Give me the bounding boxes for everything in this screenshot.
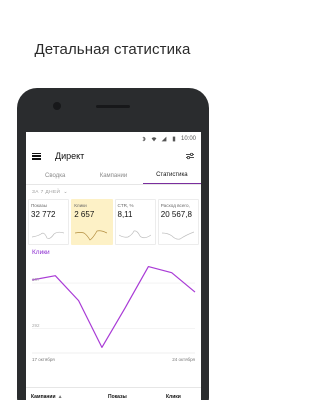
column-header-campaigns[interactable]: Кампании ▲ (31, 394, 63, 400)
status-bar: 10:00 (26, 132, 201, 145)
metric-label: Расход всего, (160, 203, 190, 208)
metric-value: 20 567,8 (160, 210, 192, 219)
metric-card-impressions[interactable]: Показы 32 772 (28, 199, 70, 245)
metric-value: 8,11 (117, 210, 133, 219)
chevron-down-icon: ⌄ (63, 189, 68, 195)
battery-icon (172, 136, 176, 141)
tab-campaigns[interactable]: Кампании (84, 167, 142, 184)
clicks-chart: Клики 367 292 17 октября 24 октября (26, 249, 201, 364)
sparkline (32, 231, 64, 239)
page-headline: Детальная статистика (34, 41, 191, 58)
tab-bar: Сводка Кампании Статистика (26, 167, 201, 185)
sparkline (118, 230, 151, 239)
app-title: Директ (55, 151, 85, 161)
chart-title: Клики (32, 249, 50, 256)
app-bar: Директ (26, 145, 201, 167)
camera-dot (53, 102, 61, 110)
campaign-table-header: Кампании ▲ Показы Клики (26, 387, 201, 400)
signal-icon (161, 136, 167, 141)
y-tick-label-bottom: 292 (32, 322, 40, 328)
period-selector[interactable]: ЗА 7 ДНЕЙ ⌄ (26, 185, 201, 199)
hamburger-menu-icon[interactable] (32, 152, 41, 160)
metric-label: Показы (31, 203, 47, 208)
bluetooth-icon (142, 135, 146, 142)
period-label: ЗА 7 ДНЕЙ (32, 189, 61, 195)
metric-value: 32 772 (31, 210, 56, 219)
sparkline (161, 231, 194, 240)
column-header-label: Кампании (31, 394, 56, 400)
settings-sliders-icon[interactable] (185, 152, 195, 160)
column-header-clicks[interactable]: Клики (166, 394, 181, 400)
metric-card-clicks[interactable]: Клики 2 657 (71, 199, 113, 245)
x-label-end: 24 октября (172, 357, 195, 362)
speaker-grille (96, 105, 130, 108)
sparkline (75, 230, 108, 241)
phone-frame: 10:00 Директ Сводка Кампании Статистика … (17, 88, 209, 400)
series-line-clicks (31, 265, 196, 349)
y-tick-label-top: 367 (32, 277, 40, 283)
column-header-shows[interactable]: Показы (108, 394, 127, 400)
tab-summary[interactable]: Сводка (26, 167, 84, 184)
metric-label: CTR, % (117, 203, 134, 208)
metric-label: Клики (74, 203, 87, 208)
tab-statistics[interactable]: Статистика (142, 167, 201, 184)
metric-card-ctr[interactable]: CTR, % 8,11 (114, 199, 156, 245)
app-screen: 10:00 Директ Сводка Кампании Статистика … (26, 132, 201, 400)
metric-card-spend[interactable]: Расход всего, 20 567,8 (157, 199, 199, 245)
sort-ascending-icon: ▲ (57, 394, 63, 400)
metric-value: 2 657 (74, 210, 95, 219)
x-label-start: 17 октября (32, 357, 55, 362)
wifi-icon (151, 136, 157, 141)
status-time: 10:00 (180, 135, 196, 142)
metrics-row: Показы 32 772 Клики 2 657 CTR, % 8,11 Ра… (26, 199, 201, 245)
line-chart (31, 265, 196, 354)
